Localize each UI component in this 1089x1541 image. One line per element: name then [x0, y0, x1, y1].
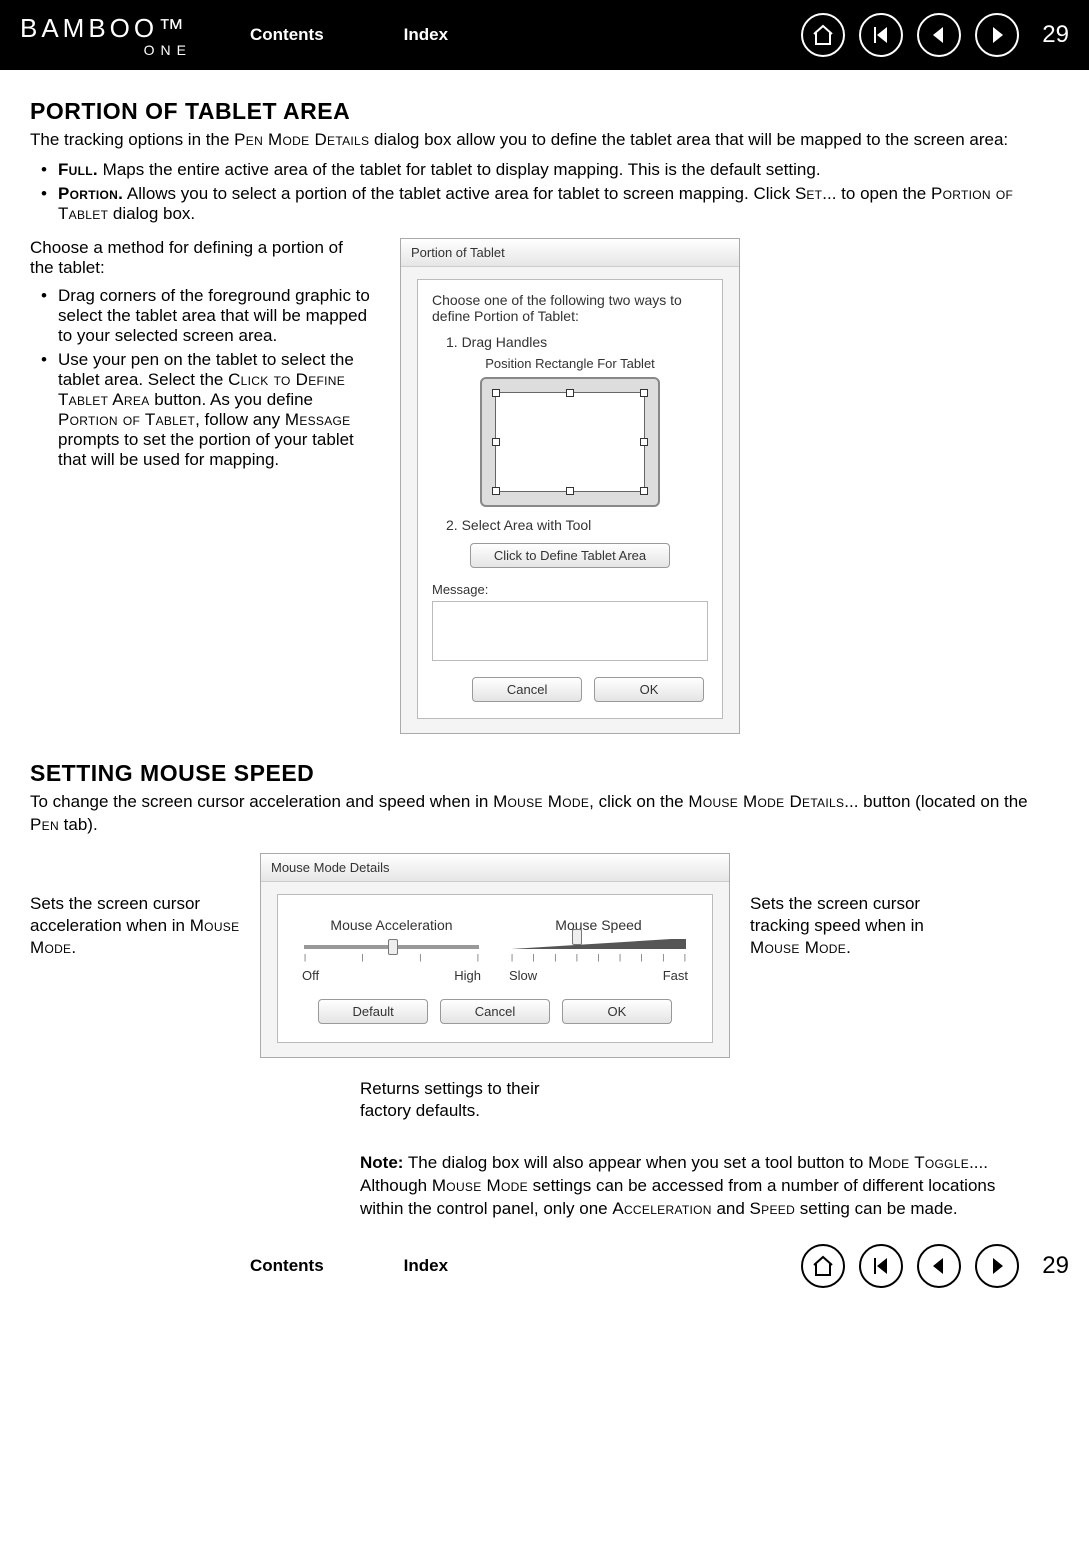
page-content: PORTION OF TABLET AREA The tracking opti… — [0, 70, 1089, 1231]
speed-slider-col: Mouse Speed ||||||||| Slow Fast — [505, 917, 692, 983]
page-number-bottom: 29 — [1039, 1252, 1069, 1280]
speed-slider[interactable] — [511, 939, 686, 949]
accel-label: Mouse Acceleration — [298, 917, 485, 933]
left-intro: Choose a method for defining a portion o… — [30, 238, 370, 278]
handle-icon[interactable] — [640, 438, 648, 446]
home-icon[interactable] — [801, 1244, 845, 1288]
speed-label: Mouse Speed — [505, 917, 692, 933]
accel-off: Off — [302, 968, 319, 983]
logo-main: BAMBOO™ — [20, 13, 210, 44]
portion-instruction: Choose one of the following two ways to … — [432, 292, 708, 324]
tablet-frame — [480, 377, 660, 507]
click-define-button[interactable]: Click to Define Tablet Area — [470, 543, 670, 568]
portion-dialog-title: Portion of Tablet — [401, 239, 739, 267]
position-caption: Position Rectangle For Tablet — [432, 356, 708, 371]
speed-fast: Fast — [663, 968, 688, 983]
mouse-dialog-panel: Mouse Acceleration |||| Off High Mous — [277, 894, 713, 1043]
step2-label: 2. Select Area with Tool — [446, 517, 708, 533]
next-page-icon[interactable] — [975, 1244, 1019, 1288]
portion-cancel-button[interactable]: Cancel — [472, 677, 582, 702]
mouse-dialog-title: Mouse Mode Details — [261, 854, 729, 882]
prev-page-icon[interactable] — [917, 13, 961, 57]
message-label: Message: — [432, 582, 708, 597]
heading-portion: PORTION OF TABLET AREA — [30, 98, 1059, 125]
note-text: Note: The dialog box will also appear wh… — [360, 1152, 1040, 1221]
intro-portion: The tracking options in the Pen Mode Det… — [30, 129, 1059, 152]
index-link-bottom[interactable]: Index — [404, 1256, 448, 1276]
mouse-ok-button[interactable]: OK — [562, 999, 672, 1024]
portion-ok-button[interactable]: OK — [594, 677, 704, 702]
contents-link-bottom[interactable]: Contents — [250, 1256, 324, 1276]
portion-dialog: Portion of Tablet Choose one of the foll… — [400, 238, 740, 734]
left-bullet-1: Drag corners of the foreground graphic t… — [30, 286, 370, 346]
logo-sub: ONE — [20, 42, 210, 58]
default-button[interactable]: Default — [318, 999, 428, 1024]
handle-icon[interactable] — [492, 438, 500, 446]
intro-mouse-speed: To change the screen cursor acceleration… — [30, 791, 1059, 837]
annotation-speed: Sets the screen cursor tracking speed wh… — [750, 893, 960, 959]
nav-icons-bottom — [801, 1244, 1019, 1288]
page-number-top: 29 — [1039, 21, 1069, 49]
logo: BAMBOO™ ONE — [20, 13, 210, 58]
mouse-cancel-button[interactable]: Cancel — [440, 999, 550, 1024]
handle-icon[interactable] — [640, 389, 648, 397]
index-link-top[interactable]: Index — [404, 25, 448, 45]
annotation-default: Returns settings to their factory defaul… — [360, 1078, 580, 1122]
handle-icon[interactable] — [566, 389, 574, 397]
speed-slow: Slow — [509, 968, 537, 983]
first-page-icon[interactable] — [859, 13, 903, 57]
message-box — [432, 601, 708, 661]
option-portion: Portion. Allows you to select a portion … — [30, 184, 1059, 224]
first-page-icon[interactable] — [859, 1244, 903, 1288]
footer-bar: Contents Index 29 — [0, 1231, 1089, 1301]
handle-icon[interactable] — [640, 487, 648, 495]
handle-icon[interactable] — [492, 487, 500, 495]
prev-page-icon[interactable] — [917, 1244, 961, 1288]
handle-icon[interactable] — [492, 389, 500, 397]
heading-mouse-speed: SETTING MOUSE SPEED — [30, 760, 1059, 787]
nav-icons-top — [801, 13, 1019, 57]
mouse-mode-dialog: Mouse Mode Details Mouse Acceleration ||… — [260, 853, 730, 1058]
left-annotations: Choose a method for defining a portion o… — [30, 238, 370, 474]
accel-slider-col: Mouse Acceleration |||| Off High — [298, 917, 485, 983]
portion-dialog-panel: Choose one of the following two ways to … — [417, 279, 723, 719]
home-icon[interactable] — [801, 13, 845, 57]
tracking-options-list: Full. Maps the entire active area of the… — [30, 160, 1059, 224]
header-bar: BAMBOO™ ONE Contents Index 29 — [0, 0, 1089, 70]
accel-high: High — [454, 968, 481, 983]
annotation-accel: Sets the screen cursor acceleration when… — [30, 893, 240, 959]
accel-slider[interactable] — [304, 945, 479, 949]
left-bullet-2: Use your pen on the tablet to select the… — [30, 350, 370, 470]
step1-label: 1. Drag Handles — [446, 334, 708, 350]
slider-thumb-icon[interactable] — [388, 939, 398, 955]
contents-link-top[interactable]: Contents — [250, 25, 324, 45]
next-page-icon[interactable] — [975, 13, 1019, 57]
option-full: Full. Maps the entire active area of the… — [30, 160, 1059, 180]
drag-rectangle[interactable] — [495, 392, 645, 492]
handle-icon[interactable] — [566, 487, 574, 495]
slider-thumb-icon[interactable] — [572, 929, 582, 945]
